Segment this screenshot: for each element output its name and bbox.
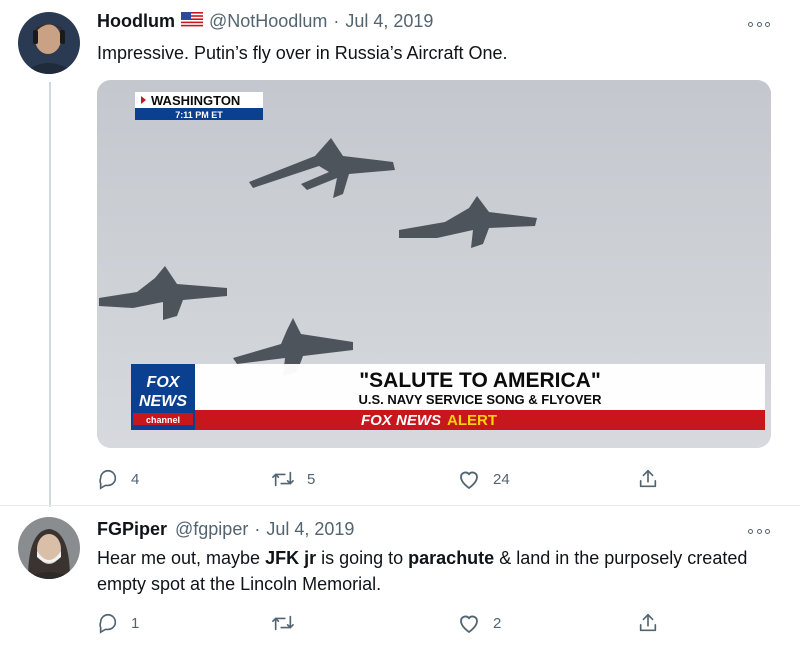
tweet-text-part: is going to bbox=[316, 548, 409, 568]
reply-count: 1 bbox=[131, 614, 140, 632]
like-count: 2 bbox=[493, 614, 502, 632]
more-icon[interactable] bbox=[748, 526, 770, 536]
separator: · bbox=[333, 11, 340, 31]
reply-button[interactable]: 4 bbox=[97, 468, 139, 490]
thread-line bbox=[49, 82, 51, 507]
share-button[interactable] bbox=[637, 468, 671, 490]
tweet-text: Hear me out, maybe JFK jr is going to pa… bbox=[97, 545, 777, 597]
reply-button[interactable]: 1 bbox=[97, 612, 139, 634]
fox-logo-line2: NEWS bbox=[139, 393, 187, 410]
like-icon bbox=[460, 615, 478, 634]
reply-icon bbox=[99, 469, 117, 490]
media-headline: "SALUTE TO AMERICA" bbox=[359, 369, 601, 392]
author-name[interactable]: FGPiper bbox=[97, 518, 167, 540]
tweet-2-header: FGPiper @fgpiper · Jul 4, 2019 bbox=[97, 518, 354, 540]
media-subheadline: U.S. NAVY SERVICE SONG & FLYOVER bbox=[359, 392, 603, 407]
tweet-date[interactable]: Jul 4, 2019 bbox=[345, 10, 433, 32]
tweet-date[interactable]: Jul 4, 2019 bbox=[266, 518, 354, 540]
author-name[interactable]: Hoodlum bbox=[97, 10, 175, 32]
tweet-media[interactable]: WASHINGTON 7:11 PM ET FOX NEWS channel "… bbox=[97, 80, 771, 448]
reply-count: 4 bbox=[131, 470, 140, 488]
share-icon bbox=[639, 469, 657, 488]
tweet-1-actions: 4 5 24 bbox=[97, 468, 697, 492]
tweet-1-header: Hoodlum @NotHoodlum · Jul 4, 2019 bbox=[97, 10, 433, 32]
author-handle[interactable]: @NotHoodlum bbox=[209, 10, 327, 32]
more-icon[interactable] bbox=[748, 19, 770, 29]
tweet-text-bold: parachute bbox=[408, 548, 495, 568]
like-count: 24 bbox=[493, 470, 510, 488]
fox-logo-line3: channel bbox=[146, 415, 180, 425]
share-icon bbox=[639, 613, 657, 632]
reply-icon bbox=[99, 613, 117, 634]
tweet-2-actions: 1 2 bbox=[97, 612, 697, 636]
alert-brand: FOX NEWS bbox=[361, 412, 441, 429]
separator: · bbox=[254, 519, 261, 539]
retweet-icon bbox=[272, 471, 294, 487]
time-tag: 7:11 PM ET bbox=[175, 110, 223, 120]
tweet-text-part: Hear me out, maybe bbox=[97, 548, 266, 568]
author-handle[interactable]: @fgpiper bbox=[175, 518, 248, 540]
like-button[interactable]: 24 bbox=[457, 468, 510, 490]
avatar-fgpiper[interactable] bbox=[18, 517, 80, 579]
retweet-button[interactable] bbox=[271, 612, 307, 634]
like-icon bbox=[460, 471, 478, 490]
us-flag-icon bbox=[181, 10, 203, 32]
like-button[interactable]: 2 bbox=[457, 612, 501, 634]
share-button[interactable] bbox=[637, 612, 671, 634]
location-tag: WASHINGTON bbox=[151, 93, 240, 108]
avatar-hoodlum[interactable] bbox=[18, 12, 80, 74]
tweet-divider bbox=[0, 505, 800, 506]
alert-word: ALERT bbox=[447, 412, 497, 429]
tweet-text: Impressive. Putin’s fly over in Russia’s… bbox=[97, 43, 508, 63]
tweet-text-bold: JFK jr bbox=[265, 548, 317, 568]
fox-logo-line1: FOX bbox=[147, 374, 181, 391]
retweet-icon bbox=[272, 615, 294, 631]
retweet-count: 5 bbox=[307, 470, 316, 488]
retweet-button[interactable]: 5 bbox=[271, 468, 315, 490]
